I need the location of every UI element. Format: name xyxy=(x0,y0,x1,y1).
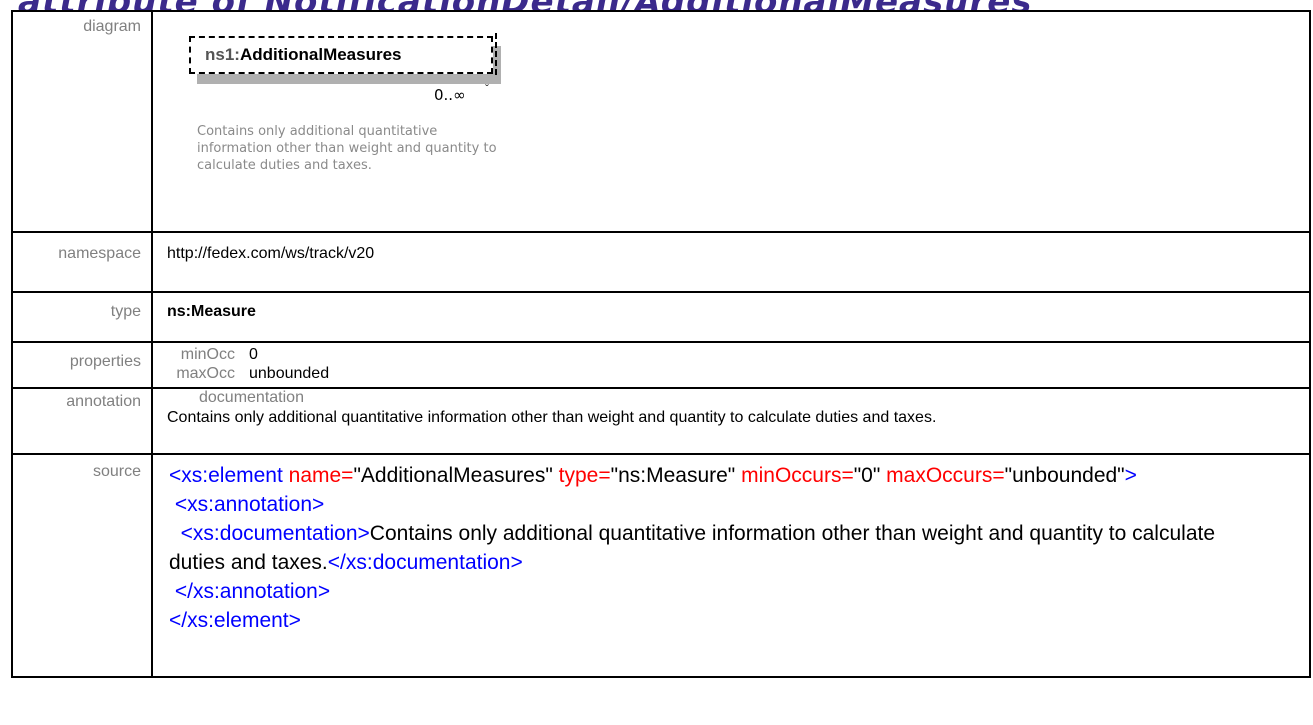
source-line: <xs:documentation>Contains only addition… xyxy=(169,522,1215,574)
page-heading-banner: attribute of NotificationDetail/Addition… xyxy=(0,0,1313,10)
annotation-heading: documentation xyxy=(199,389,304,406)
source-line: </xs:element> xyxy=(169,606,1269,635)
element-name: AdditionalMeasures xyxy=(239,45,402,64)
source-attr-value: "unbounded" xyxy=(1004,464,1125,487)
element-diagram-box[interactable]: ns1:AdditionalMeasures ˇ xyxy=(189,33,501,96)
source-row: source <xs:element name="AdditionalMeasu… xyxy=(11,453,1311,678)
source-code: <xs:element name="AdditionalMeasures" ty… xyxy=(151,453,1311,678)
row-label-namespace: namespace xyxy=(11,231,153,293)
property-key: maxOcc xyxy=(176,365,235,382)
occurrence-marker-icon: ˇ xyxy=(485,82,489,96)
element-box-stack-edge xyxy=(479,33,497,75)
source-attr-value: "0" xyxy=(853,464,881,487)
annotation-text: Contains only additional quantitative in… xyxy=(167,409,937,426)
namespace-row: namespace http://fedex.com/ws/track/v20 xyxy=(11,231,1311,293)
source-tag: </xs:annotation> xyxy=(174,580,331,603)
source-tag: <xs:element xyxy=(169,464,283,487)
property-value: 0 xyxy=(249,346,258,363)
source-tag: </xs:documentation> xyxy=(327,551,523,574)
source-line: <xs:annotation> xyxy=(169,490,1269,519)
element-box: ns1:AdditionalMeasures xyxy=(189,36,493,74)
source-attr-name: maxOccurs= xyxy=(886,464,1005,487)
property-key: minOcc xyxy=(180,346,235,363)
type-value[interactable]: ns:Measure xyxy=(151,291,1311,343)
row-label-source: source xyxy=(11,453,153,678)
row-label-diagram: diagram xyxy=(11,10,153,233)
source-attr-name: minOccurs= xyxy=(741,464,854,487)
source-attr-value: "ns:Measure" xyxy=(610,464,736,487)
annotation-row: annotation documentation Contains only a… xyxy=(11,387,1311,455)
source-attr-name: name= xyxy=(288,464,354,487)
diagram-row: diagram ns1:AdditionalMeasures ˇ 0..∞ Co… xyxy=(11,10,1311,233)
source-tag-end: > xyxy=(1124,464,1137,487)
source-tag: </xs:element> xyxy=(169,609,301,632)
property-value: unbounded xyxy=(249,365,330,382)
type-row: type ns:Measure xyxy=(11,291,1311,343)
properties-grid: minOcc 0 maxOcc unbounded xyxy=(167,343,1309,383)
source-tag: <xs:annotation> xyxy=(174,493,325,516)
source-tag: <xs:documentation> xyxy=(180,522,370,545)
source-line: <xs:element name="AdditionalMeasures" ty… xyxy=(169,464,1137,487)
source-line: </xs:annotation> xyxy=(169,577,1269,606)
annotation-cell: documentation Contains only additional q… xyxy=(151,387,1311,455)
page-heading: attribute of NotificationDetail/Addition… xyxy=(18,0,1033,10)
source-attr-name: type= xyxy=(558,464,611,487)
properties-row: properties minOcc 0 maxOcc unbounded xyxy=(11,341,1311,389)
diagram-cell: ns1:AdditionalMeasures ˇ 0..∞ Contains o… xyxy=(151,10,1311,233)
element-prefix: ns1: xyxy=(205,45,240,64)
row-label-properties: properties xyxy=(11,341,153,389)
cardinality-label: 0..∞ xyxy=(434,86,466,104)
row-label-annotation: annotation xyxy=(11,387,153,455)
element-doc-table: diagram ns1:AdditionalMeasures ˇ 0..∞ Co… xyxy=(11,10,1311,678)
properties-cell: minOcc 0 maxOcc unbounded xyxy=(151,341,1311,389)
diagram-annotation-note: Contains only additional quantitative in… xyxy=(197,124,497,173)
source-attr-value: "AdditionalMeasures" xyxy=(353,464,553,487)
row-label-type: type xyxy=(11,291,153,343)
namespace-value: http://fedex.com/ws/track/v20 xyxy=(151,231,1311,293)
